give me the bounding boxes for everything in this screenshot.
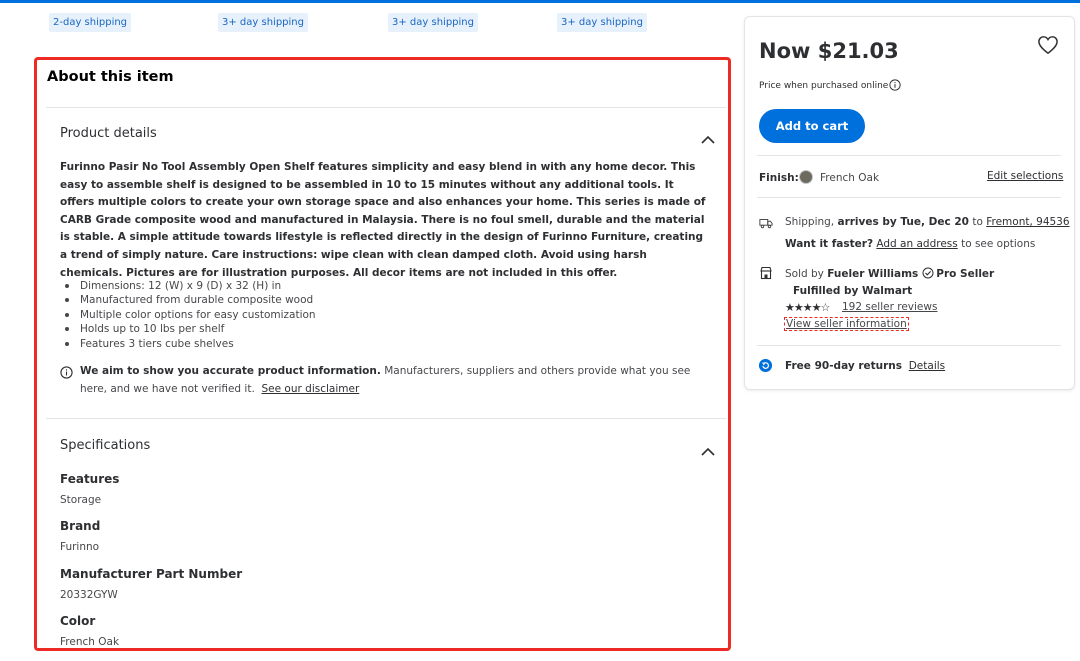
returns-info: Free 90-day returns Details — [785, 360, 945, 372]
info-icon[interactable] — [889, 79, 901, 91]
chevron-up-icon[interactable] — [700, 132, 716, 148]
shipping-info: Shipping, arrives by Tue, Dec 20 to Frem… — [785, 216, 1070, 228]
product-highlights-list: Dimensions: 12 (W) x 9 (D) x 32 (H) in M… — [60, 279, 700, 351]
faster-suffix: to see options — [957, 238, 1036, 250]
heart-icon[interactable] — [1037, 35, 1059, 55]
edit-selections-link[interactable]: Edit selections — [987, 170, 1063, 182]
sold-by-prefix: Sold by — [785, 268, 828, 280]
spec-value: 20332GYW — [60, 589, 118, 601]
seller-info: Sold by Fueler Williams Pro Seller — [785, 267, 994, 280]
view-seller-information-link[interactable]: View seller information — [784, 317, 909, 331]
about-this-item-panel: About this item Product details Furinno … — [34, 57, 731, 651]
list-item: Features 3 tiers cube shelves — [60, 337, 700, 351]
list-item: Holds up to 10 lbs per shelf — [60, 322, 700, 336]
specifications-heading[interactable]: Specifications — [60, 438, 150, 453]
chevron-up-icon[interactable] — [700, 444, 716, 460]
store-icon — [760, 266, 772, 280]
spec-name: Color — [60, 614, 96, 628]
pro-seller-label: Pro Seller — [936, 268, 995, 280]
product-details-heading[interactable]: Product details — [60, 126, 157, 141]
shipping-badge: 3+ day shipping — [557, 13, 647, 32]
divider — [757, 345, 1061, 346]
add-to-cart-button[interactable]: Add to cart — [759, 109, 865, 143]
faster-delivery: Want it faster? Add an address to see op… — [785, 238, 1035, 250]
color-swatch — [799, 170, 813, 184]
spec-name: Brand — [60, 519, 101, 533]
spec-value: Furinno — [60, 541, 100, 553]
returns-icon — [759, 359, 772, 372]
finish-value: French Oak — [820, 172, 880, 184]
price: Now $21.03 — [759, 39, 899, 63]
product-description: Furinno Pasir No Tool Assembly Open Shel… — [60, 161, 706, 279]
returns-bold: Free 90-day returns — [785, 360, 903, 372]
info-icon — [60, 366, 73, 379]
spec-value: Storage — [60, 494, 102, 506]
divider — [757, 197, 1061, 198]
seller-rating-stars: ★★★★☆ — [785, 301, 830, 314]
returns-details-link[interactable]: Details — [909, 360, 945, 372]
finish-label-text: Finish: — [759, 172, 799, 184]
buy-box-card: Now $21.03 Price when purchased online A… — [744, 16, 1075, 390]
about-title: About this item — [47, 69, 174, 85]
seller-reviews-link[interactable]: 192 seller reviews — [842, 301, 937, 313]
verified-badge-icon — [922, 267, 934, 279]
price-note: Price when purchased online — [759, 81, 889, 91]
shipping-prefix: Shipping, — [785, 216, 838, 228]
seller-name: Fueler Williams — [827, 268, 919, 280]
shipping-badge: 2-day shipping — [49, 13, 132, 32]
arrival-date: arrives by Tue, Dec 20 — [837, 216, 969, 228]
divider — [46, 107, 726, 108]
fulfilled-by: Fulfilled by Walmart — [793, 285, 913, 297]
shipping-badge: 3+ day shipping — [218, 13, 308, 32]
faster-bold: Want it faster? — [785, 238, 874, 250]
shipping-badge: 3+ day shipping — [388, 13, 478, 32]
location-link[interactable]: Fremont, 94536 — [986, 216, 1069, 228]
finish-label: Finish: — [759, 172, 799, 184]
disclaimer: We aim to show you accurate product info… — [80, 363, 705, 398]
list-item: Multiple color options for easy customiz… — [60, 308, 700, 322]
spec-name: Manufacturer Part Number — [60, 567, 243, 581]
add-address-link[interactable]: Add an address — [876, 238, 957, 250]
list-item: Manufactured from durable composite wood — [60, 293, 700, 307]
spec-value: French Oak — [60, 636, 120, 648]
divider — [757, 155, 1061, 156]
truck-icon — [759, 219, 773, 229]
spec-name: Features — [60, 472, 120, 486]
shipping-to: to — [969, 216, 987, 228]
divider — [46, 418, 726, 419]
top-accent-bar — [0, 0, 1080, 3]
disclaimer-bold: We aim to show you accurate product info… — [80, 365, 381, 377]
list-item: Dimensions: 12 (W) x 9 (D) x 32 (H) in — [60, 279, 700, 293]
see-disclaimer-link[interactable]: See our disclaimer — [262, 383, 360, 395]
